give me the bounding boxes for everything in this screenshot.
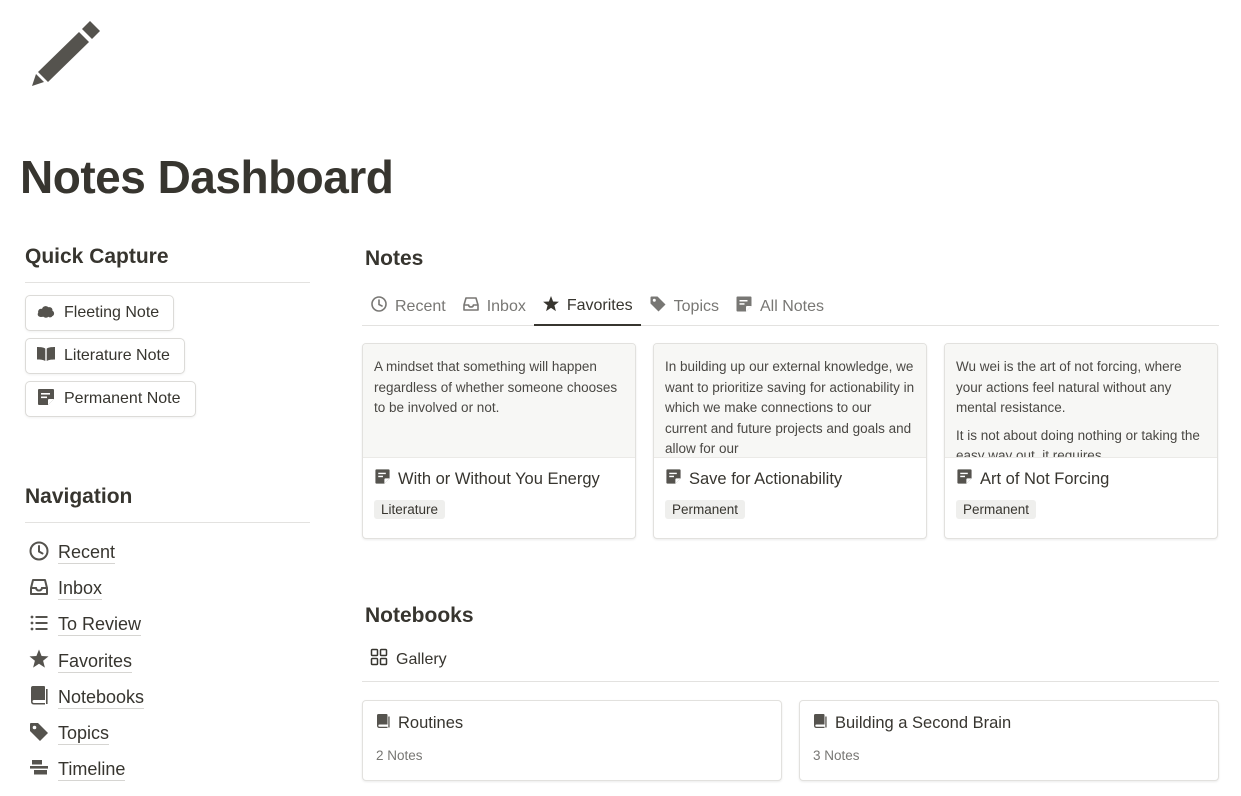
sticky-note-icon — [36, 387, 64, 412]
notebook-title: Building a Second Brain — [812, 713, 1218, 734]
note-preview-text: Wu wei is the art of not forcing, where … — [956, 359, 1182, 415]
literature-note-label: Literature Note — [64, 347, 170, 364]
tab-label: All Notes — [760, 297, 825, 315]
notebook-title-text: Building a Second Brain — [835, 714, 1012, 732]
note-type-tag: Literature — [374, 500, 446, 519]
star-icon — [25, 648, 58, 675]
nav-item-label: Inbox — [58, 578, 103, 601]
clock-icon — [370, 295, 395, 318]
inbox-tray-icon — [462, 295, 487, 318]
book-open-icon — [36, 344, 64, 369]
permanent-note-button[interactable]: Permanent Note — [25, 381, 196, 417]
fleeting-note-button[interactable]: Fleeting Note — [25, 295, 175, 331]
sticky-note-icon — [735, 295, 760, 318]
nav-item-label: To Review — [58, 614, 142, 637]
note-preview-text: A mindset that something will happen reg… — [374, 359, 618, 415]
notebook-icon — [375, 713, 398, 734]
quick-capture-heading: Quick Capture — [25, 245, 169, 268]
gallery-grid-icon — [370, 648, 396, 671]
notebook-icon — [812, 713, 835, 734]
note-title: Save for Actionability — [665, 468, 926, 490]
note-title: With or Without You Energy — [374, 468, 635, 490]
tab-label: Topics — [673, 297, 719, 315]
notebook-icon — [25, 684, 58, 711]
divider — [25, 282, 310, 283]
notebooks-heading: Notebooks — [365, 604, 474, 627]
note-card[interactable]: In building up our external knowledge, w… — [653, 343, 927, 539]
nav-item-label: Recent — [58, 542, 116, 565]
note-title-text: Save for Actionability — [689, 469, 843, 488]
nav-item-recent[interactable]: Recent — [25, 535, 310, 571]
notes-gallery: A mindset that something will happen reg… — [362, 343, 1218, 539]
page-title: Notes Dashboard — [20, 151, 394, 203]
nav-item-favorites[interactable]: Favorites — [25, 644, 310, 680]
nav-item-label: Notebooks — [58, 686, 145, 709]
nav-item-label: Favorites — [58, 650, 133, 673]
tab-inbox[interactable]: Inbox — [454, 288, 534, 325]
notebook-card[interactable]: Building a Second Brain 3 Notes — [799, 700, 1219, 781]
tab-label: Favorites — [566, 297, 633, 314]
sticky-note-icon — [956, 468, 980, 490]
sticky-note-icon — [374, 468, 398, 490]
divider — [25, 522, 310, 523]
notebook-note-count: 3 Notes — [813, 748, 860, 763]
note-title: Art of Not Forcing — [956, 468, 1217, 490]
navigation-heading: Navigation — [25, 485, 133, 508]
inbox-tray-icon — [25, 576, 58, 603]
navigation-list: Recent Inbox To Review Favorites Noteboo… — [25, 535, 310, 788]
notebook-title-text: Routines — [398, 714, 464, 732]
capture-button-list: Fleeting Note Literature Note Permanent … — [25, 295, 310, 424]
tab-favorites[interactable]: Favorites — [533, 288, 641, 326]
permanent-note-label: Permanent Note — [64, 390, 181, 407]
fleeting-note-label: Fleeting Note — [64, 304, 160, 321]
note-type-tag: Permanent — [665, 500, 746, 519]
notebook-title: Routines — [375, 713, 781, 734]
note-preview-text: It is not about doing nothing or taking … — [956, 427, 1200, 458]
note-preview: In building up our external knowledge, w… — [654, 344, 926, 458]
tab-gallery[interactable]: Gallery — [370, 648, 447, 671]
notebook-note-count: 2 Notes — [376, 748, 423, 763]
note-card[interactable]: Wu wei is the art of not forcing, where … — [944, 343, 1218, 539]
notes-view-tabs: Recent Inbox Favorites Topics All Notes — [362, 288, 1219, 326]
tab-topics[interactable]: Topics — [641, 288, 727, 325]
literature-note-button[interactable]: Literature Note — [25, 338, 185, 374]
navigation-section: Navigation Recent Inbox To Review Favori… — [25, 485, 310, 788]
note-card[interactable]: A mindset that something will happen reg… — [362, 343, 636, 539]
sticky-note-icon — [665, 468, 689, 490]
divider — [362, 681, 1219, 682]
note-title-text: Art of Not Forcing — [980, 469, 1110, 488]
nav-item-topics[interactable]: Topics — [25, 716, 310, 752]
quick-capture-section: Quick Capture Fleeting Note Literature N… — [25, 245, 310, 424]
nav-item-label: Timeline — [58, 759, 126, 782]
note-preview-text: In building up our external knowledge, w… — [665, 359, 915, 456]
tab-all-notes[interactable]: All Notes — [727, 288, 832, 325]
tag-icon — [649, 295, 674, 318]
nav-item-to-review[interactable]: To Review — [25, 607, 310, 643]
clock-icon — [25, 540, 58, 567]
nav-item-label: Topics — [58, 723, 110, 746]
pencil-icon — [30, 20, 102, 90]
tab-label: Inbox — [486, 297, 526, 315]
tab-label: Recent — [395, 297, 446, 315]
note-preview: Wu wei is the art of not forcing, where … — [945, 344, 1217, 458]
tab-recent[interactable]: Recent — [362, 288, 454, 325]
nav-item-notebooks[interactable]: Notebooks — [25, 680, 310, 716]
nav-item-inbox[interactable]: Inbox — [25, 571, 310, 607]
note-preview: A mindset that something will happen reg… — [363, 344, 635, 458]
nav-item-timeline[interactable]: Timeline — [25, 752, 310, 788]
notebooks-gallery: Routines 2 Notes Building a Second Brain… — [362, 700, 1219, 781]
star-icon — [542, 295, 567, 318]
notebook-card[interactable]: Routines 2 Notes — [362, 700, 782, 781]
list-icon — [25, 612, 58, 639]
notes-heading: Notes — [365, 247, 424, 270]
timeline-icon — [25, 757, 58, 784]
cloud-icon — [36, 301, 64, 326]
tab-label: Gallery — [396, 650, 447, 668]
note-type-tag: Permanent — [956, 500, 1037, 519]
tag-icon — [25, 721, 58, 748]
note-title-text: With or Without You Energy — [398, 469, 600, 488]
